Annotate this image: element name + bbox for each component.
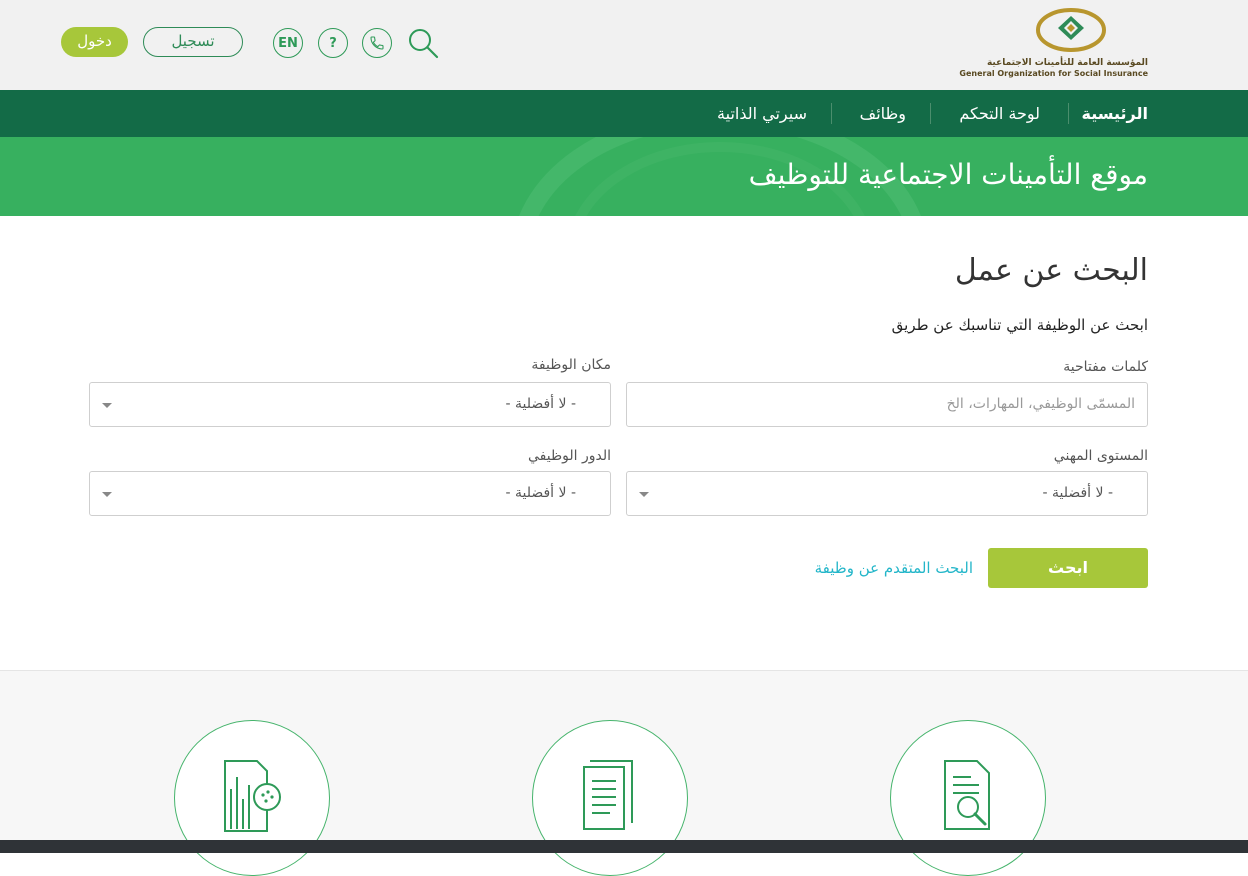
chevron-down-icon bbox=[639, 492, 649, 497]
level-value: - لا أفضلية - bbox=[1042, 485, 1113, 501]
nav-separator bbox=[930, 103, 931, 124]
top-header: المؤسسة العامة للتأمينات الاجتماعية Gene… bbox=[0, 0, 1248, 90]
banner-title: موقع التأمينات الاجتماعية للتوظيف bbox=[748, 158, 1148, 191]
login-button[interactable]: دخول bbox=[61, 27, 128, 57]
logo-arabic-text: المؤسسة العامة للتأمينات الاجتماعية bbox=[986, 58, 1148, 68]
language-button[interactable]: EN bbox=[273, 28, 303, 58]
report-chart-icon bbox=[224, 760, 281, 832]
logo-english-text: General Organization for Social Insuranc… bbox=[959, 69, 1148, 78]
language-label: EN bbox=[278, 35, 298, 51]
gosi-emblem-icon bbox=[1036, 8, 1106, 52]
role-select[interactable]: - لا أفضلية - bbox=[89, 471, 611, 516]
nav-item-home[interactable]: الرئيسية bbox=[1082, 90, 1149, 137]
level-label: المستوى المهني bbox=[1053, 448, 1148, 464]
help-icon: ? bbox=[329, 35, 337, 51]
nav-separator bbox=[1068, 103, 1069, 124]
nav-item-my-cv[interactable]: سيرتي الذاتية bbox=[717, 90, 807, 137]
phone-icon bbox=[370, 36, 384, 50]
keywords-label: كلمات مفتاحية bbox=[1063, 359, 1148, 375]
advanced-search-link[interactable]: البحث المتقدم عن وظيفة bbox=[815, 559, 973, 577]
nav-item-dashboard[interactable]: لوحة التحكم bbox=[959, 90, 1040, 137]
keywords-placeholder: المسمّى الوظيفي، المهارات، الخ bbox=[946, 396, 1135, 412]
location-label: مكان الوظيفة bbox=[531, 357, 611, 373]
chevron-down-icon bbox=[102, 492, 112, 497]
keywords-input[interactable]: المسمّى الوظيفي، المهارات، الخ bbox=[626, 382, 1148, 427]
location-select[interactable]: - لا أفضلية - bbox=[89, 382, 611, 427]
page-title: البحث عن عمل bbox=[954, 253, 1148, 288]
chevron-down-icon bbox=[102, 403, 112, 408]
register-button[interactable]: تسجيل bbox=[143, 27, 243, 57]
phone-button[interactable] bbox=[362, 28, 392, 58]
nav-item-jobs[interactable]: وظائف bbox=[860, 90, 906, 137]
level-select[interactable]: - لا أفضلية - bbox=[626, 471, 1148, 516]
gosi-logo[interactable]: المؤسسة العامة للتأمينات الاجتماعية Gene… bbox=[959, 6, 1148, 80]
location-value: - لا أفضلية - bbox=[505, 396, 576, 412]
search-subtitle: ابحث عن الوظيفة التي تناسبك عن طريق bbox=[891, 316, 1148, 334]
document-search-icon bbox=[944, 760, 990, 830]
documents-icon bbox=[583, 760, 633, 830]
search-button[interactable]: ابحث bbox=[988, 548, 1148, 588]
page-banner: موقع التأمينات الاجتماعية للتوظيف bbox=[0, 137, 1248, 216]
footer-bar bbox=[0, 840, 1248, 853]
nav-separator bbox=[831, 103, 832, 124]
role-value: - لا أفضلية - bbox=[505, 485, 576, 501]
search-icon[interactable] bbox=[406, 26, 440, 60]
role-label: الدور الوظيفي bbox=[528, 448, 611, 464]
help-button[interactable]: ? bbox=[318, 28, 348, 58]
main-nav: الرئيسية لوحة التحكم وظائف سيرتي الذاتية bbox=[0, 90, 1248, 137]
